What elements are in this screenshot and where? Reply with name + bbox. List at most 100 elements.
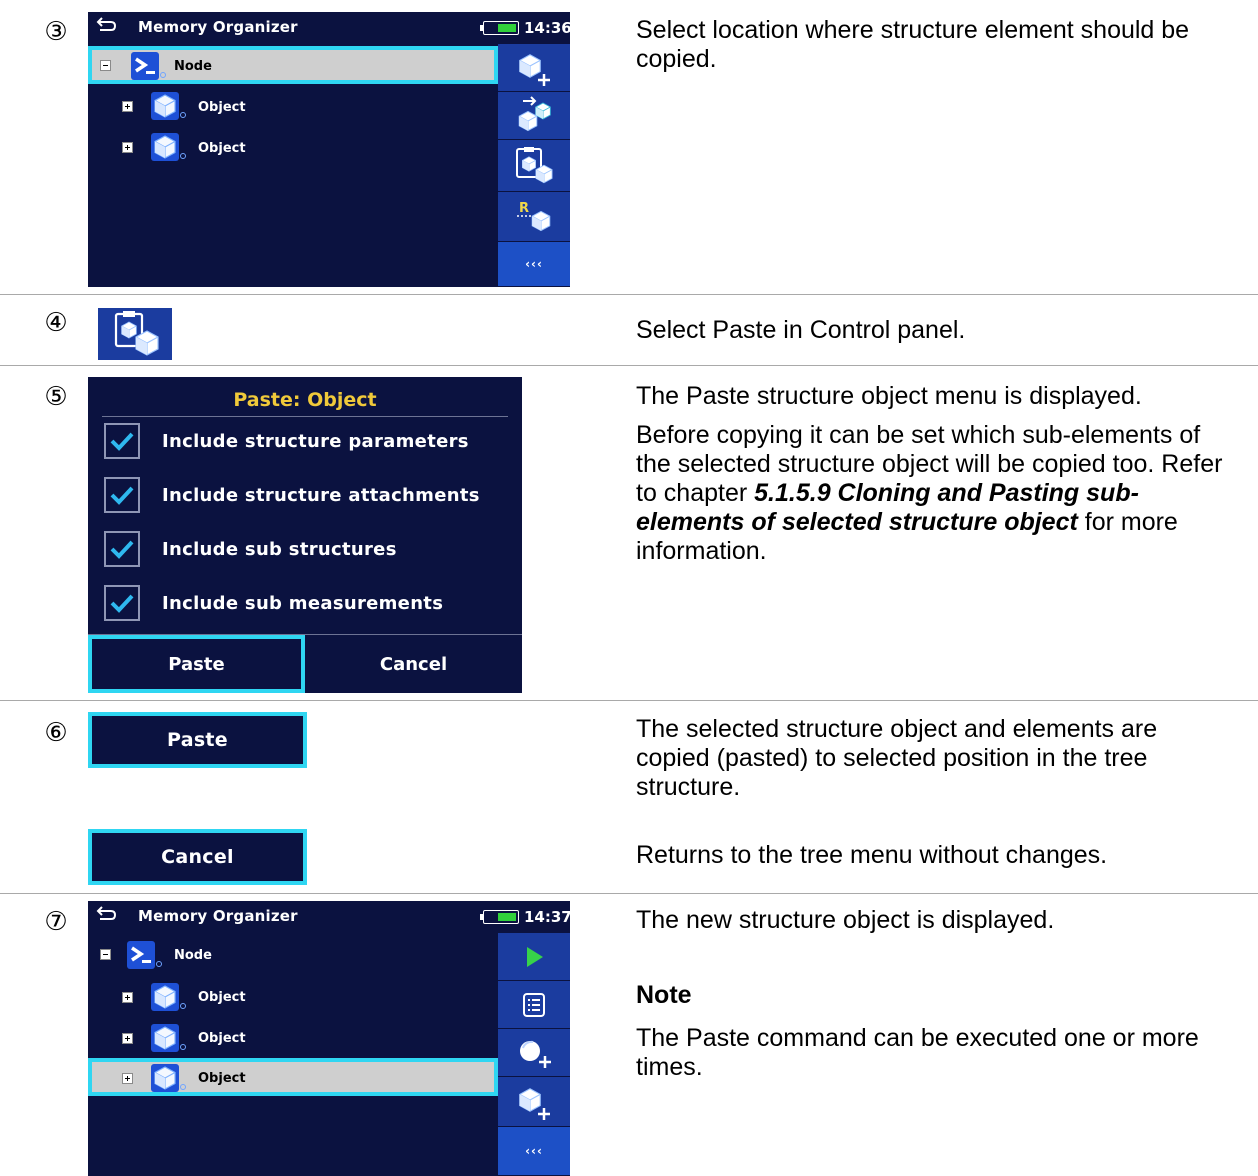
step-number: ⑦: [44, 907, 68, 937]
battery-icon: [480, 910, 519, 924]
checkmark-icon: [110, 540, 134, 559]
collapse-icon[interactable]: [100, 949, 111, 960]
paste-icon-tile: [98, 308, 172, 360]
collapse-icon[interactable]: [100, 60, 111, 71]
step-number: ④: [44, 308, 68, 338]
status-dot: [180, 1044, 186, 1050]
checkbox[interactable]: [104, 423, 140, 459]
paste-button[interactable]: Paste: [88, 635, 305, 693]
add-structure-icon: [519, 1087, 550, 1120]
back-arrow-icon[interactable]: [96, 905, 118, 923]
more-options-button[interactable]: ‹‹‹: [498, 242, 570, 287]
screen-title: Memory Organizer: [138, 18, 298, 36]
expand-icon[interactable]: [122, 101, 133, 112]
divider: [0, 893, 1258, 894]
tree-row-object[interactable]: Object: [88, 1058, 498, 1096]
add-structure-button[interactable]: [498, 44, 570, 92]
add-measurement-icon: [520, 1040, 551, 1068]
tree-label: Object: [198, 100, 246, 115]
tree-row-object[interactable]: Object: [88, 127, 498, 165]
option-label: Include structure parameters: [162, 431, 469, 452]
object-icon: [151, 1064, 179, 1092]
back-arrow-icon[interactable]: [96, 16, 118, 34]
checkmark-icon: [110, 594, 134, 613]
expand-icon[interactable]: [122, 1073, 133, 1084]
more-options-button[interactable]: ‹‹‹: [498, 1127, 570, 1176]
status-dot: [180, 1084, 186, 1090]
expand-icon[interactable]: [122, 1033, 133, 1044]
object-icon: [151, 133, 179, 161]
control-panel: R ‹‹‹: [498, 44, 570, 287]
option-label: Include sub measurements: [162, 593, 444, 614]
copy-structure-button[interactable]: [498, 92, 570, 140]
dialog-title: Paste: Object: [233, 389, 377, 411]
step-description: The new structure object is displayed. N…: [636, 906, 1236, 1092]
option-sub-structures[interactable]: Include sub structures: [104, 529, 514, 569]
step-number: ⑥: [44, 718, 68, 748]
status-dot: [180, 112, 186, 118]
memory-organizer-screen: Memory Organizer 14:36 Node Object Objec…: [88, 12, 570, 287]
checkbox[interactable]: [104, 585, 140, 621]
recall-structure-icon: R: [517, 201, 551, 231]
expand-icon[interactable]: [122, 992, 133, 1003]
step-number: ⑤: [44, 382, 68, 412]
step-number: ③: [44, 17, 68, 47]
start-test-button[interactable]: [498, 933, 570, 981]
paste-dialog: Paste: Object Include structure paramete…: [88, 377, 522, 693]
dialog-divider: [102, 416, 508, 417]
tree-label: Object: [198, 1071, 246, 1086]
svg-text:R: R: [519, 201, 529, 216]
expand-icon[interactable]: [122, 142, 133, 153]
object-icon: [151, 983, 179, 1011]
step-description: The Paste structure object menu is displ…: [636, 382, 1223, 565]
tree-label: Object: [198, 141, 246, 156]
step-description: Select Paste in Control panel.: [636, 316, 966, 344]
note-title: Note: [636, 981, 692, 1009]
object-icon: [151, 92, 179, 120]
tree-row-object[interactable]: Object: [88, 1018, 498, 1056]
option-structure-parameters[interactable]: Include structure parameters: [104, 421, 514, 461]
divider: [0, 365, 1258, 366]
tree-row-object[interactable]: Object: [88, 86, 498, 124]
list-icon: [523, 992, 545, 1017]
screen-header: Memory Organizer 14:37: [88, 901, 570, 933]
paste-structure-icon: [516, 146, 553, 183]
recall-structure-button[interactable]: R: [498, 192, 570, 242]
step-description: Returns to the tree menu without changes…: [636, 841, 1108, 869]
checkbox[interactable]: [104, 477, 140, 513]
option-label: Include structure attachments: [162, 485, 480, 506]
clock: 14:36: [524, 19, 570, 37]
tree-row-node[interactable]: Node: [88, 935, 498, 973]
screen-header: Memory Organizer 14:36: [88, 12, 570, 44]
option-sub-measurements[interactable]: Include sub measurements: [104, 583, 514, 623]
clock: 14:37: [524, 908, 570, 926]
cancel-button[interactable]: Cancel: [88, 829, 307, 885]
paste-button[interactable]: Paste: [88, 712, 307, 768]
view-list-button[interactable]: [498, 981, 570, 1029]
paste-structure-button[interactable]: [498, 140, 570, 192]
tree-label: Node: [174, 948, 212, 963]
battery-icon: [480, 21, 519, 35]
note-text: The Paste command can be executed one or…: [636, 1024, 1199, 1081]
step-description: Select location where structure element …: [636, 16, 1190, 73]
checkmark-icon: [110, 432, 134, 451]
option-label: Include sub structures: [162, 539, 397, 560]
tree-label: Object: [198, 990, 246, 1005]
option-structure-attachments[interactable]: Include structure attachments: [104, 475, 514, 515]
tree-row-node[interactable]: Node: [88, 46, 498, 84]
add-structure-button[interactable]: [498, 1077, 570, 1127]
add-measurement-button[interactable]: [498, 1029, 570, 1077]
cancel-button[interactable]: Cancel: [305, 635, 522, 693]
structure-tree: Node Object Object: [88, 44, 498, 287]
status-dot: [180, 153, 186, 159]
status-dot: [160, 72, 166, 78]
tree-label: Object: [198, 1031, 246, 1046]
play-icon: [527, 946, 543, 967]
checkbox[interactable]: [104, 531, 140, 567]
status-dot: [156, 961, 162, 967]
checkmark-icon: [110, 486, 134, 505]
object-icon: [151, 1024, 179, 1052]
add-structure-icon: [519, 53, 550, 86]
node-icon: [127, 941, 155, 969]
tree-row-object[interactable]: Object: [88, 977, 498, 1015]
